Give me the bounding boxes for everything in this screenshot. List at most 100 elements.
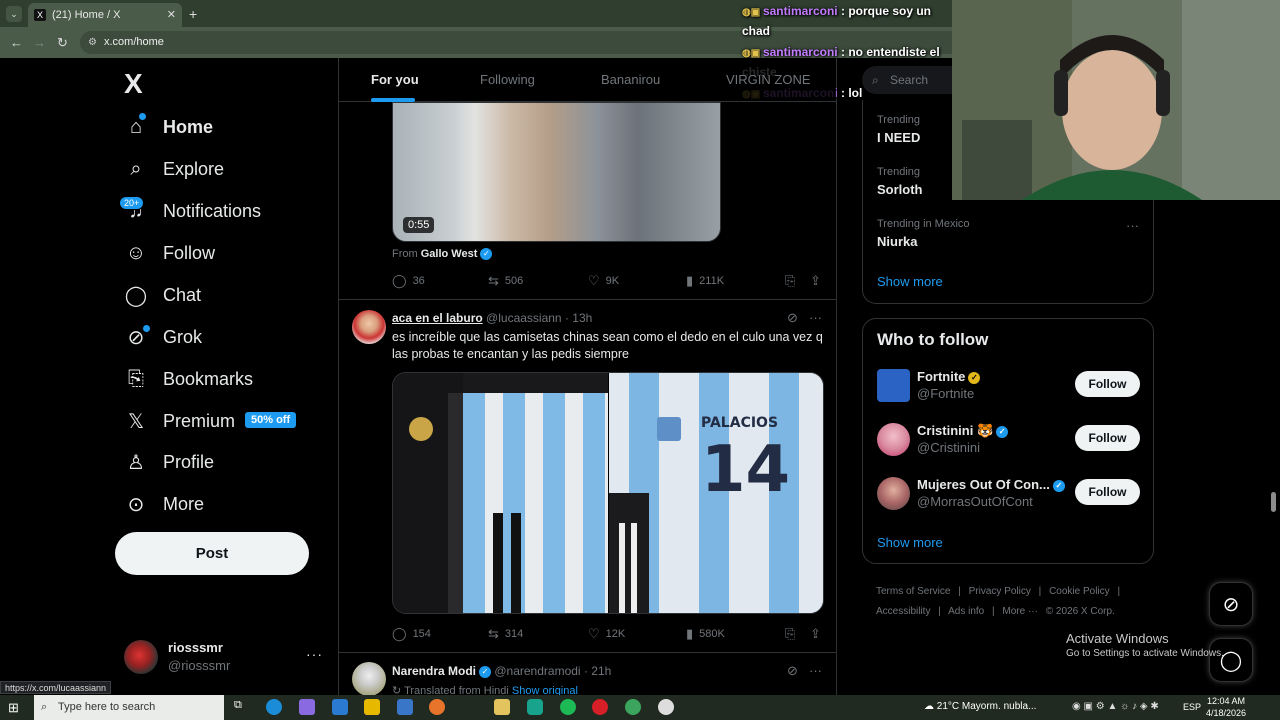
reply-button[interactable]: ◯ 154	[392, 626, 431, 642]
app-icon[interactable]	[527, 699, 543, 715]
terms-link[interactable]: Terms of Service	[876, 586, 950, 597]
more-dots-icon[interactable]: ···	[306, 646, 323, 662]
more-dots-icon[interactable]: ···	[809, 310, 822, 325]
views-button[interactable]: ▮ 211K	[686, 273, 724, 289]
grok-icon[interactable]: ⊘	[787, 663, 798, 679]
trend-item[interactable]: Trending I NEED	[877, 114, 920, 145]
weather-widget[interactable]: ☁ 21°C Mayorm. nubla...	[924, 701, 1036, 712]
browser-tab[interactable]: X (21) Home / X ✕	[28, 3, 182, 27]
tab-for-you[interactable]: For you	[371, 72, 419, 87]
ads-info-link[interactable]: Ads info	[948, 606, 984, 617]
back-icon[interactable]: ←	[10, 35, 23, 50]
sidebar-item-notifications[interactable]: ♫ Notifications	[124, 191, 262, 231]
sidebar-item-chat[interactable]: ◯ Chat	[124, 275, 201, 315]
follow-button[interactable]: Follow	[1075, 425, 1140, 451]
sidebar-item-premium[interactable]: 𝕏 Premium	[124, 401, 235, 441]
windows-start-icon[interactable]: ⊞	[8, 700, 19, 716]
follow-button[interactable]: Follow	[1075, 479, 1140, 505]
task-view-icon[interactable]: ⧉	[234, 699, 250, 715]
opera-icon[interactable]	[592, 699, 608, 715]
video-player[interactable]: 0:55	[392, 102, 721, 242]
obs-icon[interactable]	[658, 699, 674, 715]
repost-button[interactable]: ⇆ 314	[488, 626, 523, 642]
sidebar-item-profile[interactable]: ♙ Profile	[124, 442, 214, 482]
vscode-icon[interactable]	[397, 699, 413, 715]
bookmark-button[interactable]: ⎘	[785, 273, 801, 289]
tweet-time[interactable]: · 13h	[565, 311, 592, 325]
sidebar-item-explore[interactable]: ⌕ Explore	[124, 149, 224, 189]
show-more-trends-link[interactable]: Show more	[877, 274, 943, 289]
bookmark-icon: ⎘	[785, 273, 796, 288]
more-dots-icon[interactable]: ···	[1126, 218, 1139, 233]
tab-following[interactable]: Following	[480, 72, 535, 87]
account-switcher[interactable]: riosssmr @riosssmr ···	[124, 640, 324, 674]
jersey-image-left[interactable]	[393, 373, 608, 613]
grok-icon[interactable]: ⊘	[787, 310, 798, 326]
scrollbar-thumb[interactable]	[1271, 492, 1276, 512]
store-icon[interactable]	[364, 699, 380, 715]
like-button[interactable]: ♡ 9K	[588, 273, 619, 289]
mail-icon[interactable]	[332, 699, 348, 715]
trend-item[interactable]: Trending in Mexico Niurka	[877, 218, 970, 249]
new-tab-button[interactable]: +	[189, 6, 197, 22]
follow-suggestion[interactable]: Cristinini 🐯 ✓ @Cristinini Follow	[877, 421, 1143, 459]
system-tray[interactable]: ◉ ▣ ⚙ ▲ ☼ ♪ ◈ ✱	[1072, 701, 1159, 712]
tweet-time[interactable]: · 21h	[584, 664, 611, 678]
trend-item[interactable]: Trending Sorloth	[877, 166, 923, 197]
like-button[interactable]: ♡ 12K	[588, 626, 625, 642]
spotify-icon[interactable]	[560, 699, 576, 715]
share-button[interactable]: ⇪	[810, 273, 827, 289]
explorer-icon[interactable]	[494, 699, 510, 715]
accessibility-link[interactable]: Accessibility	[876, 606, 930, 617]
tweet-images[interactable]: PALACIOS 14	[392, 372, 824, 614]
post-button[interactable]: Post	[115, 532, 309, 575]
follow-suggestion[interactable]: Fortnite ✓ @Fortnite Follow	[877, 367, 1143, 405]
chrome-icon[interactable]	[625, 699, 641, 715]
site-info-icon[interactable]: ⚙	[88, 31, 97, 54]
privacy-link[interactable]: Privacy Policy	[969, 586, 1031, 597]
repost-button[interactable]: ⇆ 506	[488, 273, 523, 289]
forward-icon[interactable]: →	[33, 35, 46, 50]
input-language[interactable]: ESP	[1183, 702, 1201, 712]
repost-icon: ⇆	[488, 273, 499, 288]
follow-suggestion[interactable]: Mujeres Out Of Con... ✓ @MorrasOutOfCont …	[877, 475, 1143, 513]
author-handle[interactable]: @narendramodi	[494, 664, 580, 678]
reply-count: 36	[412, 275, 425, 287]
close-tab-icon[interactable]: ✕	[167, 8, 176, 21]
show-more-suggestions-link[interactable]: Show more	[877, 535, 943, 550]
edge-icon[interactable]	[266, 699, 282, 715]
firefox-icon[interactable]	[429, 699, 445, 715]
show-original-link[interactable]: Show original	[512, 685, 578, 695]
taskbar-search[interactable]: ⌕ Type here to search	[34, 695, 224, 720]
more-link[interactable]: More ···	[1002, 606, 1038, 617]
avatar[interactable]	[352, 310, 386, 344]
avatar[interactable]	[352, 662, 386, 695]
chat-icon: ◯	[124, 284, 148, 307]
sidebar-item-follow[interactable]: ☺ Follow	[124, 233, 215, 273]
author-name[interactable]: Narendra Modi	[392, 664, 476, 678]
reload-icon[interactable]: ↻	[57, 35, 68, 51]
reply-button[interactable]: ◯ 36	[392, 273, 425, 289]
tab-search-button[interactable]: ⌄	[6, 6, 22, 22]
jersey-image-right[interactable]: PALACIOS 14	[609, 373, 823, 613]
tab-bananirou[interactable]: Bananirou	[601, 72, 660, 87]
views-button[interactable]: ▮ 580K	[686, 626, 725, 642]
share-button[interactable]: ⇪	[810, 626, 827, 642]
sidebar-item-more[interactable]: ⊙ More	[124, 484, 204, 524]
sidebar-item-home[interactable]: ⌂ Home	[124, 107, 213, 147]
follow-button[interactable]: Follow	[1075, 371, 1140, 397]
grok-floating-button[interactable]: ⊘	[1209, 582, 1253, 626]
tab-virgin-zone[interactable]: VIRGIN ZONE	[726, 72, 811, 87]
cookie-link[interactable]: Cookie Policy	[1049, 586, 1110, 597]
footer-links: Terms of Service | Privacy Policy | Cook…	[876, 582, 1156, 622]
sidebar-item-bookmarks[interactable]: ⎘ Bookmarks	[124, 359, 253, 399]
author-name[interactable]: aca en el laburo	[392, 311, 483, 325]
taskbar-clock[interactable]: 12:04 AM 4/18/2026	[1206, 695, 1246, 719]
x-logo[interactable]: X	[124, 68, 143, 100]
copilot-icon[interactable]	[299, 699, 315, 715]
author-handle[interactable]: @lucaassiann	[486, 311, 562, 325]
sidebar-item-grok[interactable]: ⊘ Grok	[124, 317, 202, 357]
from-name[interactable]: Gallo West	[421, 248, 478, 260]
bookmark-button[interactable]: ⎘	[785, 626, 801, 642]
more-dots-icon[interactable]: ···	[809, 663, 822, 678]
